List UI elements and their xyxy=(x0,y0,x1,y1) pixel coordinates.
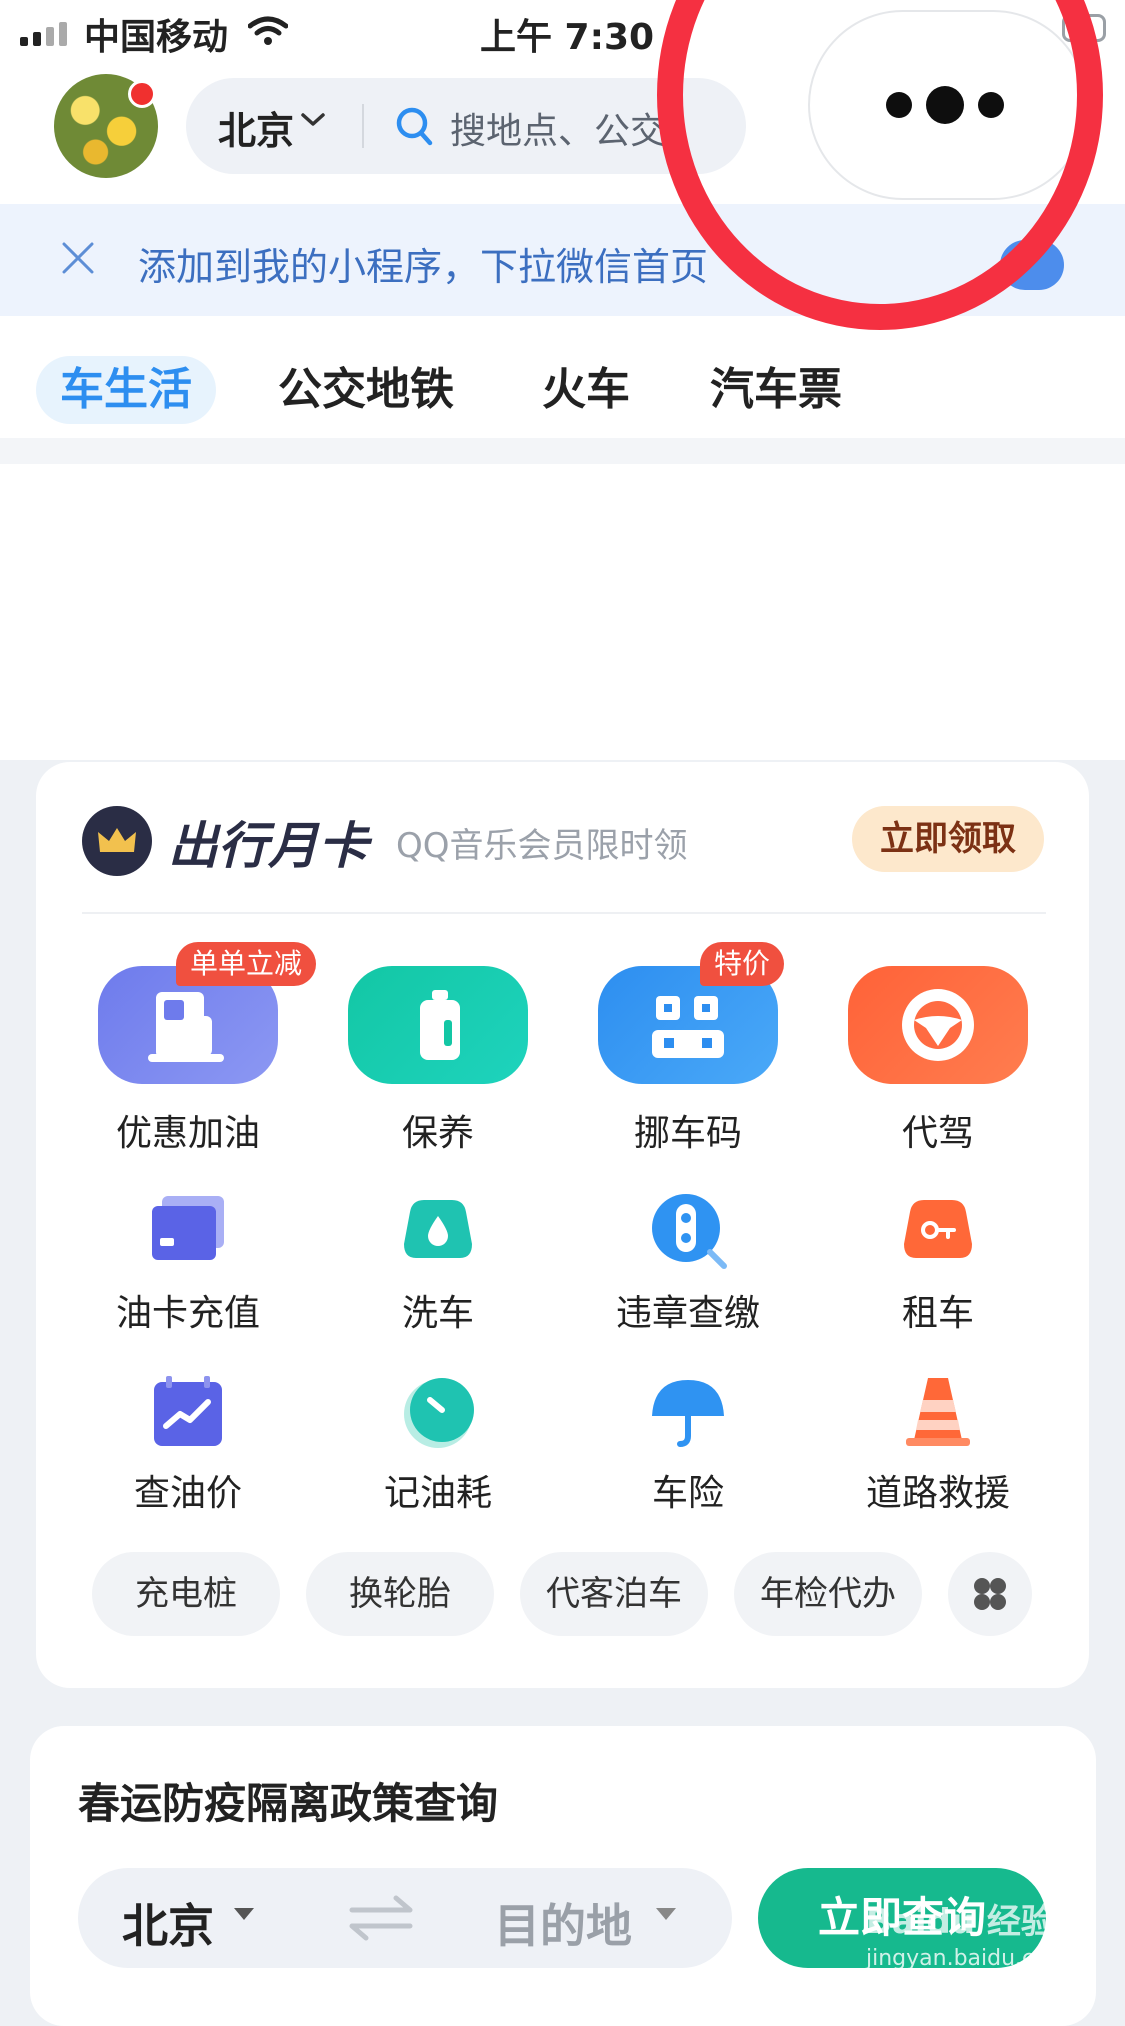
traffic-light-search-icon[interactable] xyxy=(646,1188,730,1272)
more-services-button[interactable] xyxy=(948,1552,1032,1636)
carrier-name: 中国移动 xyxy=(84,17,229,58)
car-wash-icon[interactable] xyxy=(396,1188,480,1272)
grid-icon[interactable] xyxy=(948,1552,1032,1636)
tab-bus-metro[interactable]: 公交地铁 xyxy=(254,356,478,424)
status-time: 上午 7:30 xyxy=(480,17,655,58)
timer-icon[interactable] xyxy=(396,1370,480,1454)
chip-charging-pile[interactable]: 充电桩 xyxy=(92,1552,280,1636)
fuel-card-icon[interactable] xyxy=(146,1188,230,1272)
chip-valet-parking[interactable]: 代客泊车 xyxy=(520,1552,708,1636)
rental-car-key-icon[interactable] xyxy=(896,1188,980,1272)
section-divider xyxy=(0,438,1125,464)
search-divider xyxy=(362,104,364,148)
tab-car-life[interactable]: 车生活 xyxy=(36,356,216,424)
policy-title: 春运防疫隔离政策查询 xyxy=(78,1779,499,1828)
tab-train[interactable]: 火车 xyxy=(518,356,654,424)
watermark-url: jingyan.baidu.com xyxy=(866,1946,1070,1971)
origin-city[interactable]: 北京 xyxy=(122,1890,214,1956)
service-label[interactable]: 道路救援 xyxy=(818,1464,1058,1516)
promo-tag: 特价 xyxy=(700,942,785,986)
promo-tag: 单单立减 xyxy=(176,942,317,986)
oil-can-icon[interactable] xyxy=(348,966,528,1084)
crown-icon xyxy=(82,806,152,876)
wifi-icon xyxy=(248,16,288,45)
notification-dot xyxy=(128,80,156,108)
swap-icon[interactable] xyxy=(346,1892,416,1944)
membership-subtitle: QQ音乐会员限时领 xyxy=(396,826,688,866)
service-label[interactable]: 记油耗 xyxy=(318,1464,558,1516)
service-label[interactable]: 代驾 xyxy=(818,1104,1058,1156)
service-label[interactable]: 违章查缴 xyxy=(568,1284,808,1336)
service-label[interactable]: 查油价 xyxy=(68,1464,308,1516)
service-label[interactable]: 车险 xyxy=(568,1464,808,1516)
chip-annual-inspection[interactable]: 年检代办 xyxy=(734,1552,922,1636)
search-input[interactable]: 搜地点、公交 xyxy=(450,102,666,154)
service-label[interactable]: 挪车码 xyxy=(568,1104,808,1156)
caret-down-icon[interactable] xyxy=(654,1906,678,1922)
service-label[interactable]: 保养 xyxy=(318,1104,558,1156)
chip-tire-change[interactable]: 换轮胎 xyxy=(306,1552,494,1636)
service-label[interactable]: 洗车 xyxy=(318,1284,558,1336)
tab-coach[interactable]: 汽车票 xyxy=(686,356,866,424)
city-selector[interactable]: 北京 xyxy=(218,100,294,155)
search-icon xyxy=(396,107,433,146)
traffic-cone-icon[interactable] xyxy=(896,1370,980,1454)
caret-down-icon[interactable] xyxy=(232,1906,256,1922)
card-divider xyxy=(82,912,1046,914)
claim-button[interactable]: 立即领取 xyxy=(852,806,1044,872)
umbrella-icon[interactable] xyxy=(646,1370,730,1454)
service-label[interactable]: 优惠加油 xyxy=(68,1104,308,1156)
banner-text: 添加到我的小程序，下拉微信首页 xyxy=(138,245,709,289)
chevron-down-icon[interactable] xyxy=(300,104,326,134)
service-label[interactable]: 租车 xyxy=(818,1284,1058,1336)
watermark: Baidu 经验 xyxy=(866,1902,1055,1942)
signal-strength-icon xyxy=(20,22,67,46)
service-label[interactable]: 油卡充值 xyxy=(68,1284,308,1336)
membership-title: 出行月卡 xyxy=(168,817,368,875)
steering-wheel-icon[interactable] xyxy=(848,966,1028,1084)
close-icon[interactable] xyxy=(56,236,100,280)
destination-city[interactable]: 目的地 xyxy=(494,1890,632,1956)
price-chart-calendar-icon[interactable] xyxy=(146,1370,230,1454)
